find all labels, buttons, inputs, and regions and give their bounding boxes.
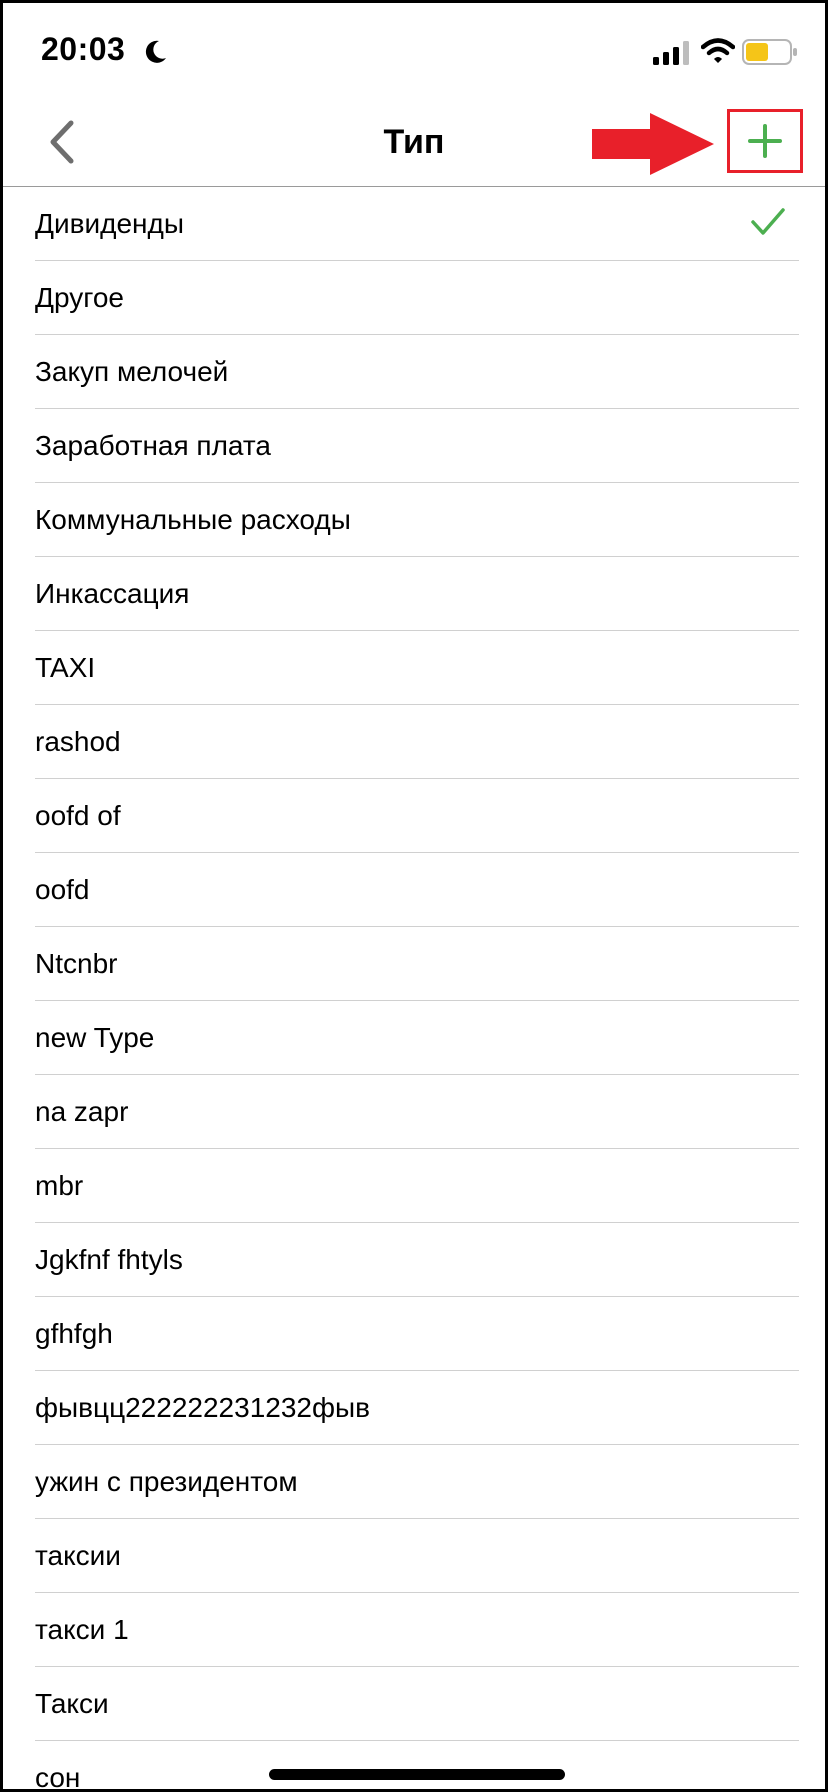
- annotation-arrow-icon: [592, 113, 714, 175]
- list-item-label: Такси: [35, 1688, 109, 1719]
- list-item-label: na zapr: [35, 1096, 129, 1127]
- list-item[interactable]: Инкассация: [35, 557, 799, 631]
- list-item-label: Закуп мелочей: [35, 356, 229, 387]
- list-item[interactable]: rashod: [35, 705, 799, 779]
- list-item-label: Коммунальные расходы: [35, 504, 351, 535]
- list-item-label: Дивиденды: [35, 208, 184, 239]
- list-item[interactable]: Дивиденды: [35, 187, 799, 261]
- list-item-label: oofd: [35, 874, 90, 905]
- status-bar: 20:03: [3, 3, 825, 99]
- list-item-label: Заработная плата: [35, 430, 271, 461]
- list-item[interactable]: Закуп мелочей: [35, 335, 799, 409]
- list-item[interactable]: такси 1: [35, 1593, 799, 1667]
- home-indicator: [269, 1769, 565, 1780]
- checkmark-icon: [751, 208, 785, 235]
- list-item-label: ужин с президентом: [35, 1466, 298, 1497]
- list-item[interactable]: фывцц222222231232фыв: [35, 1371, 799, 1445]
- list-item[interactable]: Другое: [35, 261, 799, 335]
- screen: 20:03 Тип Дивиденды Другое Закуп мелочей…: [0, 0, 828, 1792]
- list-item-label: Jgkfnf fhtyls: [35, 1244, 183, 1275]
- plus-icon: [748, 124, 782, 158]
- list-item[interactable]: gfhfgh: [35, 1297, 799, 1371]
- list-item[interactable]: mbr: [35, 1149, 799, 1223]
- battery-icon: [742, 39, 797, 65]
- list-item-label: фывцц222222231232фыв: [35, 1392, 371, 1423]
- list-item[interactable]: Заработная плата: [35, 409, 799, 483]
- add-type-button[interactable]: [727, 109, 803, 173]
- list-item-label: таксии: [35, 1540, 121, 1571]
- list-item-label: gfhfgh: [35, 1318, 113, 1349]
- list-item[interactable]: сон: [35, 1741, 799, 1792]
- list-item-label: сон: [35, 1762, 81, 1792]
- list-item[interactable]: Ntcnbr: [35, 927, 799, 1001]
- list-item[interactable]: TAXI: [35, 631, 799, 705]
- type-list: Дивиденды Другое Закуп мелочей Заработная п…: [3, 187, 825, 1792]
- list-item[interactable]: oofd of: [35, 779, 799, 853]
- moon-icon: [145, 40, 166, 63]
- wifi-icon: [701, 38, 735, 63]
- list-item[interactable]: na zapr: [35, 1075, 799, 1149]
- list-item[interactable]: Коммунальные расходы: [35, 483, 799, 557]
- list-item-label: oofd of: [35, 800, 121, 831]
- list-item-label: Ntcnbr: [35, 948, 118, 979]
- status-time: 20:03: [41, 31, 126, 67]
- list-item[interactable]: Такси: [35, 1667, 799, 1741]
- list-item[interactable]: таксии: [35, 1519, 799, 1593]
- list-item-label: rashod: [35, 726, 121, 757]
- list-item[interactable]: Jgkfnf fhtyls: [35, 1223, 799, 1297]
- list-item-label: Инкассация: [35, 578, 190, 609]
- list-item[interactable]: oofd: [35, 853, 799, 927]
- signal-icon: [653, 41, 689, 65]
- list-item[interactable]: new Type: [35, 1001, 799, 1075]
- list-item-label: Другое: [35, 282, 124, 313]
- list-item-label: mbr: [35, 1170, 84, 1201]
- list-item[interactable]: ужин с президентом: [35, 1445, 799, 1519]
- list-item-label: такси 1: [35, 1614, 129, 1645]
- navigation-bar: Тип: [3, 99, 825, 187]
- list-item-label: TAXI: [35, 652, 96, 683]
- list-item-label: new Type: [35, 1022, 155, 1053]
